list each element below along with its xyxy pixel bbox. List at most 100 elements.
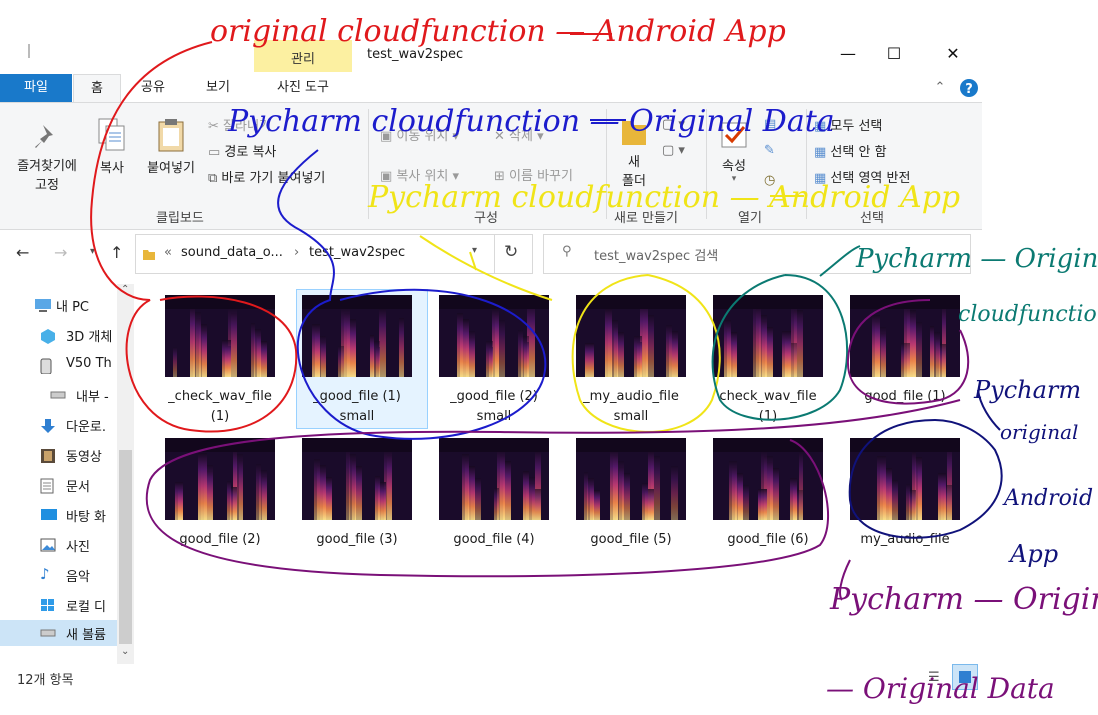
edit-icon[interactable]: ✎ — [764, 143, 775, 158]
scroll-down-icon[interactable]: ⌄ — [121, 646, 129, 657]
tab-view[interactable]: 보기 — [190, 74, 246, 102]
paste-shortcut-label: 바로 가기 붙여넣기 — [221, 171, 326, 186]
file-item[interactable]: good_file (5) — [565, 434, 697, 570]
navy-annotation-text-3: Android — [1004, 486, 1094, 511]
file-name: good_file (6) — [727, 532, 809, 547]
file-item[interactable]: good_file (2) — [154, 434, 286, 570]
spectrogram-thumbnail — [713, 438, 823, 520]
nav-label: V50 Th — [66, 356, 112, 371]
copy-path-label: 경로 복사 — [224, 145, 277, 160]
navigation-pane: 내 PC 3D 개체 V50 Th 내부 - 다운로. 동영상 문서 바탕 화 … — [0, 284, 135, 664]
address-divider — [494, 235, 495, 273]
document-icon — [40, 478, 56, 494]
address-bar[interactable]: « sound_data_o... › test_wav2spec ▾ ↻ — [135, 234, 533, 274]
recent-locations-icon[interactable]: ▾ — [90, 246, 95, 257]
purple-annotation-text-1: Pycharm — Original — [830, 582, 1098, 617]
maximize-button[interactable]: ☐ — [871, 40, 917, 68]
file-name: _good_file (2) small — [450, 389, 538, 424]
search-placeholder: test_wav2spec 검색 — [594, 249, 719, 264]
nav-item-videos[interactable]: 동영상 — [0, 442, 117, 468]
nav-item-local-disk[interactable]: 로컬 디 — [0, 592, 117, 618]
minimize-button[interactable]: — — [825, 40, 871, 68]
file-name: my_audio_file — [860, 532, 950, 547]
breadcrumb-current[interactable]: test_wav2spec — [309, 245, 405, 260]
nav-item-internal[interactable]: 내부 - — [0, 382, 117, 408]
spectrogram-thumbnail — [713, 295, 823, 377]
copy-path-button[interactable]: ▭ 경로 복사 — [208, 141, 276, 160]
nav-item-3d-objects[interactable]: 3D 개체 — [0, 322, 117, 348]
file-item[interactable]: _good_file (2) small — [428, 291, 560, 427]
nav-item-downloads[interactable]: 다운로. — [0, 412, 117, 438]
nav-label: 문서 — [66, 480, 90, 495]
pin-icon — [35, 125, 53, 148]
group-clipboard: 클립보드 — [156, 211, 204, 226]
paste-button[interactable]: 붙여넣기 — [138, 117, 204, 176]
tab-file[interactable]: 파일 — [0, 74, 72, 102]
spectrogram-thumbnail — [576, 295, 686, 377]
file-name: check_wav_file (1) — [719, 389, 817, 424]
window-title: test_wav2spec — [367, 47, 464, 62]
pin-label: 즐겨찾기에 고정 — [17, 159, 77, 193]
nav-scrollbar[interactable]: ⌃ ⌄ — [117, 284, 134, 664]
file-item[interactable]: _check_wav_file (1) — [154, 291, 286, 427]
file-name: good_file (1) — [864, 389, 946, 404]
navy-annotation-text-1: Pycharm — [974, 376, 1082, 404]
scroll-up-icon[interactable]: ⌃ — [121, 284, 129, 295]
paste-shortcut-button[interactable]: ⧉ 바로 가기 붙여넣기 — [208, 167, 325, 186]
tab-home[interactable]: 홈 — [73, 74, 121, 103]
breadcrumb-chevron-icon[interactable]: › — [294, 245, 299, 260]
help-icon[interactable]: ? — [958, 74, 980, 102]
local-disk-icon — [40, 598, 56, 612]
file-item[interactable]: _my_audio_file small — [565, 291, 697, 427]
nav-label: 로컬 디 — [66, 600, 107, 615]
breadcrumb-overflow[interactable]: « — [164, 245, 172, 260]
navigation-bar: ← → ▾ ↑ « sound_data_o... › test_wav2spe… — [0, 234, 982, 274]
collapse-ribbon-icon[interactable]: ⌃ — [930, 74, 950, 102]
file-item[interactable]: _good_file (1) small — [291, 291, 423, 427]
svg-text:?: ? — [965, 82, 973, 97]
tab-picture-tools[interactable]: 사진 도구 — [254, 74, 352, 102]
navy-annotation-text-4: App — [1010, 540, 1059, 568]
file-item[interactable]: good_file (4) — [428, 434, 560, 570]
navy-annotation-text-2: original — [1000, 420, 1079, 444]
nav-label: 사진 — [66, 540, 90, 555]
refresh-icon[interactable]: ↻ — [504, 242, 518, 262]
tab-share[interactable]: 공유 — [128, 74, 178, 102]
address-dropdown-icon[interactable]: ▾ — [472, 245, 477, 256]
spectrogram-thumbnail — [576, 438, 686, 520]
breadcrumb-parent[interactable]: sound_data_o... — [181, 245, 283, 260]
file-item[interactable]: good_file (6) — [702, 434, 834, 570]
nav-item-desktop[interactable]: 바탕 화 — [0, 502, 117, 528]
file-item[interactable]: my_audio_file — [839, 434, 971, 570]
file-item[interactable]: check_wav_file (1) — [702, 291, 834, 427]
pin-to-quick-access-button[interactable]: 즐겨찾기에 고정 — [6, 121, 88, 195]
file-item[interactable]: good_file (3) — [291, 434, 423, 570]
spectrogram-thumbnail — [439, 295, 549, 377]
drive-icon — [50, 388, 66, 402]
3d-objects-icon — [40, 328, 56, 344]
status-bar-count: 12개 항목 — [17, 673, 74, 688]
nav-item-phone[interactable]: V50 Th — [0, 352, 117, 378]
back-arrow-icon[interactable]: ← — [16, 243, 29, 262]
spectrogram-thumbnail — [165, 295, 275, 377]
scroll-thumb[interactable] — [119, 450, 132, 644]
up-arrow-icon[interactable]: ↑ — [110, 243, 123, 262]
nav-item-this-pc[interactable]: 내 PC — [0, 292, 117, 318]
purple-annotation-text-2: — Original Data — [826, 672, 1055, 705]
forward-arrow-icon[interactable]: → — [54, 243, 67, 262]
download-icon — [40, 418, 56, 433]
nav-item-music[interactable]: ♪ 음악 — [0, 562, 117, 588]
file-item[interactable]: good_file (1) — [839, 291, 971, 427]
close-button[interactable]: ✕ — [930, 40, 976, 68]
nav-item-pictures[interactable]: 사진 — [0, 532, 117, 558]
copy-button[interactable]: 복사 — [92, 117, 132, 176]
video-icon — [40, 448, 56, 463]
select-none-button[interactable]: ▦ 선택 안 함 — [814, 141, 887, 160]
nav-item-new-volume[interactable]: 새 볼륨 — [0, 620, 117, 646]
nav-label: 새 볼륨 — [66, 628, 107, 643]
nav-label: 음악 — [66, 570, 90, 585]
easy-access-icon[interactable]: ▢ ▾ — [662, 143, 685, 158]
file-name: good_file (5) — [590, 532, 672, 547]
desktop-icon — [40, 508, 57, 522]
nav-item-documents[interactable]: 문서 — [0, 472, 117, 498]
